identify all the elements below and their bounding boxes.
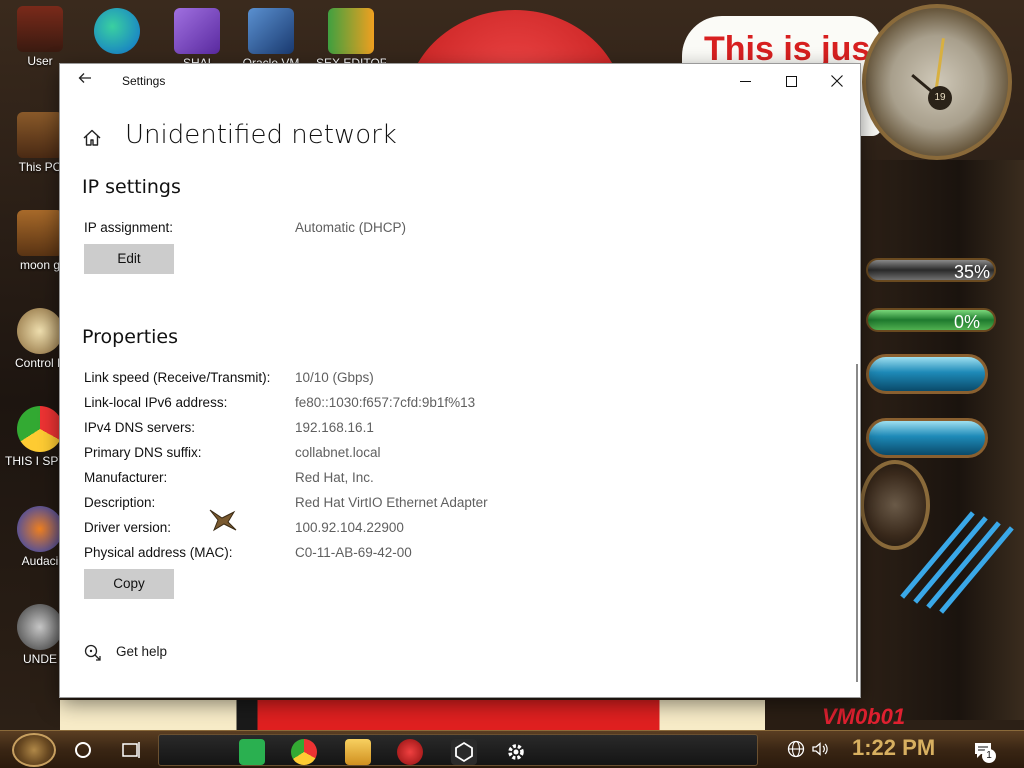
maximize-icon	[785, 75, 797, 87]
property-key: Link speed (Receive/Transmit):	[84, 370, 271, 385]
property-key: Description:	[84, 495, 156, 510]
window-title: Settings	[122, 74, 166, 88]
task-view-icon[interactable]	[120, 739, 142, 761]
ip-settings-heading: IP settings	[82, 176, 181, 198]
visual-studio-icon	[174, 8, 220, 54]
wallpaper-gear	[860, 460, 930, 550]
scrollbar[interactable]	[856, 364, 858, 682]
help-chat-icon	[84, 644, 102, 662]
search-icon[interactable]	[72, 739, 94, 761]
property-key: Physical address (MAC):	[84, 545, 233, 560]
desktop-icon-user[interactable]: User	[5, 6, 75, 68]
unity-icon[interactable]	[451, 739, 477, 765]
network-globe-icon[interactable]	[786, 739, 806, 759]
property-key: Primary DNS suffix:	[84, 445, 202, 460]
lightbulb-icon	[17, 308, 63, 354]
back-arrow-icon[interactable]	[74, 70, 96, 92]
virtualbox-icon	[248, 8, 294, 54]
property-value: Red Hat VirtIO Ethernet Adapter	[295, 495, 488, 510]
property-key: Manufacturer:	[84, 470, 168, 485]
get-help-label: Get help	[116, 644, 168, 659]
desktop-icon-edge[interactable]	[82, 8, 152, 56]
desktop-icon-virtualbox[interactable]: Oracle VM	[236, 8, 306, 70]
volume-icon[interactable]	[810, 739, 830, 759]
close-button[interactable]	[814, 64, 860, 98]
property-value: C0-11-AB-69-42-00	[295, 545, 412, 560]
gear-app-icon	[17, 604, 63, 650]
property-value: fe80::1030:f657:7cfd:9b1f%13	[295, 395, 476, 410]
moon-app-icon	[17, 210, 63, 256]
spotify-icon[interactable]	[239, 739, 265, 765]
property-value: 192.168.16.1	[295, 420, 374, 435]
desktop-icon-hex-editor[interactable]: SEX EDITOR	[316, 8, 386, 70]
page-title: Unidentified network	[125, 120, 397, 150]
taskbar-clock[interactable]: 1:22 PM	[852, 735, 935, 761]
property-key: Link-local IPv6 address:	[84, 395, 228, 410]
wallpaper-tube	[866, 418, 988, 458]
computer-icon	[17, 112, 63, 158]
property-value: collabnet.local	[295, 445, 381, 460]
gauge-cpu-label: 35%	[954, 262, 991, 282]
taskbar-apps	[158, 734, 758, 766]
user-folder-icon	[17, 6, 63, 52]
wallpaper-bottom	[60, 700, 765, 730]
edit-button[interactable]: Edit	[84, 244, 174, 274]
file-explorer-icon[interactable]	[345, 739, 371, 765]
maximize-button[interactable]	[768, 64, 814, 98]
chrome-icon	[17, 406, 63, 452]
title-bar[interactable]: Settings	[60, 64, 860, 98]
desktop-icon-visual-studio[interactable]: SHAI	[162, 8, 232, 70]
ip-assignment-label: IP assignment:	[84, 220, 174, 235]
minimize-icon	[739, 80, 751, 82]
settings-window: Settings Unidentified network IP setting…	[60, 64, 860, 697]
wallpaper-clock: 19	[862, 4, 1012, 160]
mouse-cursor-icon	[208, 508, 238, 532]
ip-assignment-value: Automatic (DHCP)	[295, 220, 407, 235]
copy-button[interactable]: Copy	[84, 569, 174, 599]
wallpaper-tube	[866, 354, 988, 394]
audacity-icon	[17, 506, 63, 552]
gauge-memory-label: 0%	[954, 312, 981, 332]
close-icon	[831, 75, 843, 87]
property-value: Red Hat, Inc.	[295, 470, 374, 485]
clock-number: 19	[928, 86, 952, 110]
chrome-icon[interactable]	[291, 739, 317, 765]
vm-badge: VM0b01	[822, 704, 906, 729]
edge-icon	[94, 8, 140, 54]
minimize-button[interactable]	[722, 64, 768, 98]
properties-heading: Properties	[82, 326, 179, 348]
property-value: 100.92.104.22900	[295, 520, 404, 535]
property-value: 10/10 (Gbps)	[295, 370, 374, 385]
hex-editor-icon	[328, 8, 374, 54]
property-key: IPv4 DNS servers:	[84, 420, 196, 435]
settings-gear-icon[interactable]	[503, 739, 529, 765]
app-red-icon[interactable]	[397, 739, 423, 765]
start-button[interactable]	[12, 733, 56, 767]
home-icon[interactable]	[82, 128, 104, 148]
taskbar: 1:22 PM 1	[0, 730, 1024, 768]
notification-badge: 1	[982, 749, 996, 763]
property-key: Driver version:	[84, 520, 172, 535]
